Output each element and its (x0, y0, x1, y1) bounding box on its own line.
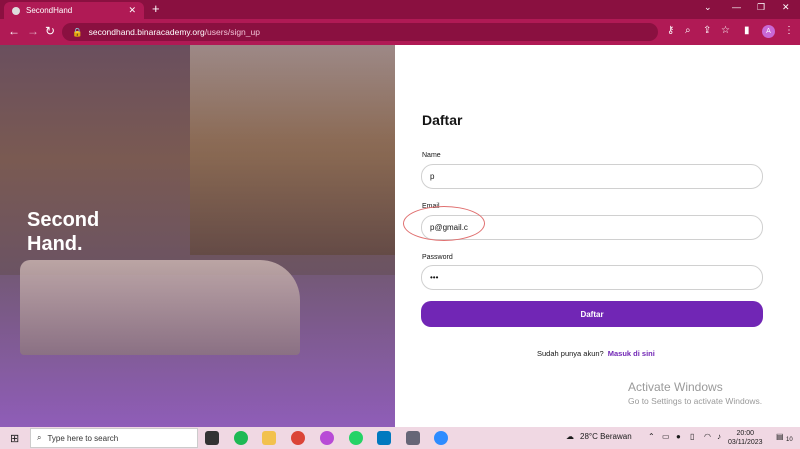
name-field[interactable]: p (421, 164, 763, 189)
mic-icon[interactable]: ● (676, 432, 681, 441)
star-icon[interactable]: ☆ (721, 25, 730, 36)
forward-icon[interactable]: → (27, 24, 39, 38)
browser-toolbar: ← → ↻ 🔒 secondhand.binaracademy.org/user… (0, 19, 800, 45)
annotation-circle (403, 206, 485, 241)
search-placeholder: Type here to search (47, 433, 119, 443)
url-host: secondhand.binaracademy.org (88, 27, 205, 37)
brand-line-2: Hand. (27, 233, 83, 255)
clock[interactable]: 20:00 03/11/2023 (728, 429, 763, 447)
minimize-button[interactable]: — (732, 2, 741, 12)
tray-chevron-icon[interactable]: ⌃ (648, 432, 655, 441)
submit-button[interactable]: Daftar (421, 301, 763, 327)
cash-register-image (20, 260, 300, 355)
key-icon[interactable]: ⚷ (667, 25, 674, 36)
share-icon[interactable]: ⇪ (703, 25, 711, 36)
sidebar-icon[interactable]: ▮ (744, 25, 750, 36)
windows-icon[interactable]: ⊞ (10, 432, 19, 445)
notification-icon[interactable]: ▤ (776, 432, 784, 441)
back-icon[interactable]: ← (8, 24, 20, 38)
file-explorer-icon[interactable] (262, 431, 276, 445)
password-field[interactable]: ••• (421, 265, 763, 290)
name-label: Name (422, 152, 441, 159)
weather-text[interactable]: 28°C Berawan (580, 432, 632, 441)
trello-icon[interactable] (377, 431, 391, 445)
weather-icon: ☁ (566, 432, 574, 441)
hero-image: Second Hand. (0, 45, 395, 427)
notification-count: 10 (786, 437, 793, 443)
login-link[interactable]: Masuk di sini (608, 349, 655, 358)
close-window-button[interactable]: ✕ (782, 2, 790, 13)
reload-icon[interactable]: ↻ (45, 24, 55, 38)
chrome-icon[interactable] (291, 431, 305, 445)
volume-icon[interactable]: ♪ (717, 432, 721, 441)
browser-tab[interactable]: SecondHand ✕ (4, 2, 144, 19)
favicon-icon (12, 6, 20, 15)
watermark-title: Activate Windows (628, 380, 723, 394)
whatsapp-icon[interactable] (349, 431, 363, 445)
clock-time: 20:00 (736, 430, 755, 437)
signup-panel: Daftar Name p Email p@gmail.c Password •… (395, 45, 800, 427)
spotify-icon[interactable] (234, 431, 248, 445)
bookshelf-image (190, 45, 395, 255)
taskbar-search[interactable]: ⌕ Type here to search (30, 428, 198, 448)
restore-button[interactable]: ❐ (757, 2, 765, 13)
profile-avatar[interactable]: A (762, 25, 775, 38)
watermark-subtitle: Go to Settings to activate Windows. (628, 396, 763, 406)
tab-close-icon[interactable]: ✕ (128, 5, 136, 16)
battery-icon[interactable]: ▯ (690, 432, 694, 441)
tab-title: SecondHand (26, 6, 73, 15)
menu-icon[interactable]: ⋮ (784, 25, 794, 36)
url-path: /users/sign_up (204, 27, 260, 37)
wifi-icon[interactable]: ◠ (704, 432, 711, 441)
brand-line-1: Second (27, 209, 100, 231)
brand-logo-text: Second Hand. (27, 208, 99, 256)
taskbar: ⊞ ⌕ Type here to search ☁ 28°C Berawan ⌃… (0, 427, 800, 449)
address-bar[interactable]: 🔒 secondhand.binaracademy.org/users/sign… (62, 23, 658, 41)
page-title: Daftar (422, 112, 463, 128)
clock-date: 03/11/2023 (728, 439, 763, 446)
lock-icon: 🔒 (72, 26, 83, 37)
new-tab-button[interactable]: + (152, 1, 160, 16)
search-icon: ⌕ (37, 433, 42, 442)
zoom-app-icon[interactable] (434, 431, 448, 445)
wps-icon[interactable] (320, 431, 334, 445)
login-prompt: Sudah punya akun? Masuk di sini (537, 349, 655, 358)
task-view-icon[interactable] (205, 431, 219, 445)
activation-watermark: Activate Windows Go to Settings to activ… (628, 380, 762, 406)
login-prompt-text: Sudah punya akun? (537, 349, 604, 358)
tab-bar: SecondHand ✕ + ⌄ — ❐ ✕ (0, 0, 800, 19)
zoom-icon[interactable]: ⌕ (685, 25, 691, 36)
tab-search-icon[interactable]: ⌄ (704, 2, 712, 13)
password-label: Password (422, 254, 453, 261)
tray-app-icon[interactable]: ▭ (662, 432, 670, 441)
camera-icon[interactable] (406, 431, 420, 445)
